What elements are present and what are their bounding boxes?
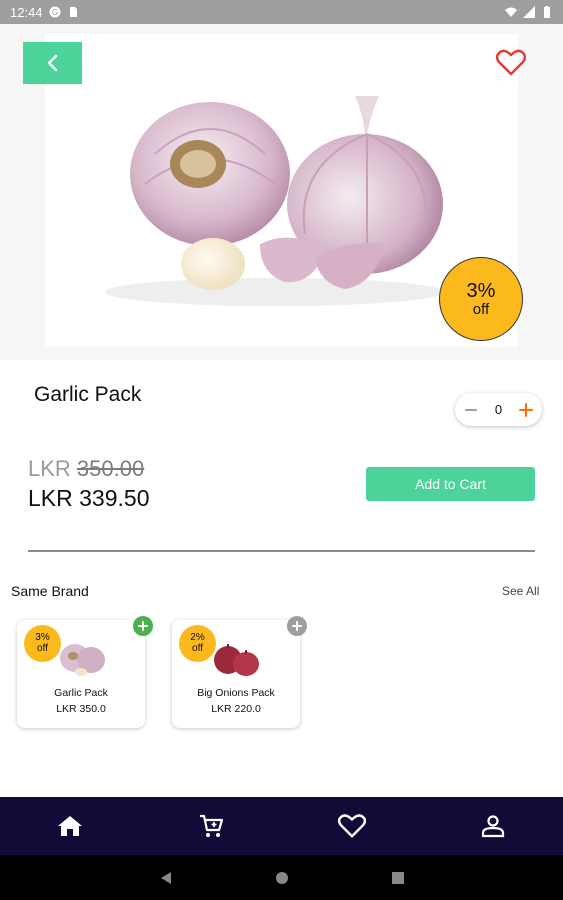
add-onions-button[interactable] (287, 616, 307, 636)
decrease-quantity-button[interactable] (460, 399, 482, 421)
increase-quantity-button[interactable] (515, 399, 537, 421)
home-circle-icon[interactable] (274, 870, 290, 886)
recents-square-icon[interactable] (390, 870, 406, 886)
back-button[interactable] (23, 42, 82, 84)
product-card-onions[interactable]: 2% off Big Onions Pack LKR 220.0 (172, 620, 300, 728)
back-triangle-icon[interactable] (158, 870, 174, 886)
card-discount-percent: 2% (190, 632, 205, 643)
card-discount-percent: 3% (35, 632, 50, 643)
original-price-currency: LKR (28, 456, 71, 481)
same-brand-title: Same Brand (11, 583, 89, 599)
heart-icon (337, 814, 366, 838)
status-left: 12:44 G (10, 5, 79, 20)
see-all-link[interactable]: See All (502, 584, 539, 598)
notification-icon: G (49, 6, 61, 18)
original-price-value: 350.00 (76, 456, 145, 481)
card-product-price: LKR 350.0 (56, 703, 106, 715)
card-discount-off: off (192, 642, 203, 654)
add-garlic-button[interactable] (133, 616, 153, 636)
person-icon (481, 815, 504, 838)
svg-text:G: G (51, 8, 57, 17)
signal-icon (523, 6, 535, 18)
wifi-icon (505, 7, 517, 17)
status-bar: 12:44 G (0, 0, 563, 24)
home-icon (58, 816, 83, 836)
minus-icon (465, 408, 477, 411)
plus-icon (292, 621, 302, 631)
chevron-left-icon (47, 54, 57, 72)
status-right (505, 6, 553, 18)
card-product-name: Garlic Pack (54, 687, 108, 699)
plus-icon (518, 402, 533, 417)
add-to-cart-button[interactable]: Add to Cart (366, 467, 535, 501)
product-title: Garlic Pack (34, 383, 142, 406)
card-product-name: Big Onions Pack (197, 687, 275, 699)
nav-favorites[interactable] (282, 797, 423, 855)
quantity-stepper: 0 (455, 393, 542, 426)
battery-icon (544, 6, 550, 18)
card-discount-off: off (37, 642, 48, 654)
nav-profile[interactable] (422, 797, 563, 855)
favorite-button[interactable] (494, 48, 528, 78)
onion-thumbnail (214, 644, 259, 676)
plus-icon (138, 621, 148, 631)
status-time: 12:44 (10, 4, 43, 20)
nav-cart[interactable] (141, 797, 282, 855)
discount-off-label: off (472, 300, 490, 318)
original-price: LKR 350.00 (28, 456, 144, 482)
nav-home[interactable] (0, 797, 141, 855)
quantity-value: 0 (494, 402, 503, 417)
heart-outline-icon (495, 49, 527, 76)
discount-percent: 3% (466, 279, 496, 302)
product-hero: 3% off (0, 24, 563, 360)
sd-card-icon (69, 7, 77, 17)
discounted-price: LKR 339.50 (28, 485, 150, 511)
card-product-price: LKR 220.0 (211, 703, 261, 715)
garlic-thumbnail (60, 644, 105, 676)
section-divider (28, 550, 535, 552)
product-card-garlic[interactable]: 3% off Garlic Pack LKR 350.0 (17, 620, 145, 728)
cart-icon (200, 814, 224, 837)
bottom-navigation (0, 797, 563, 855)
system-navigation-bar (0, 855, 563, 900)
discount-badge: 3% off (439, 257, 523, 341)
